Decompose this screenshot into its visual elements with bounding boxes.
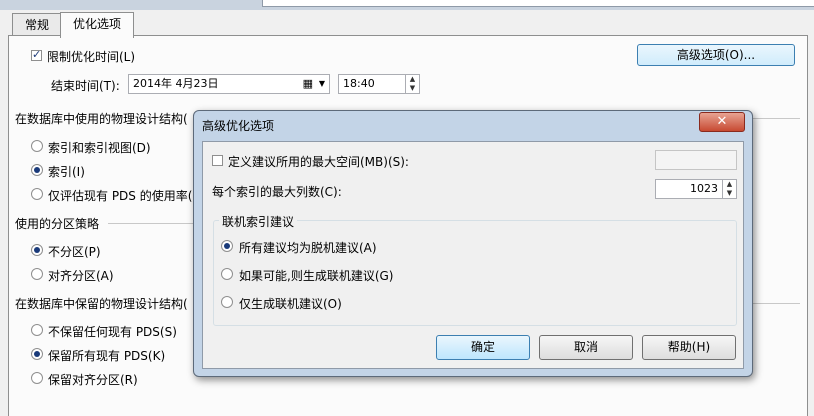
help-button[interactable]: 帮助(H)	[642, 335, 736, 360]
partition-section-label: 使用的分区策略	[15, 217, 100, 231]
spin-down-icon[interactable]: ▼	[406, 84, 419, 93]
radio-indexes-and-views[interactable]	[31, 140, 43, 152]
cancel-button[interactable]: 取消	[539, 335, 633, 360]
columns-spin[interactable]: ▲ ▼	[722, 180, 736, 198]
radio-aligned-partition-label: 对齐分区(A)	[48, 269, 114, 283]
end-date-value: 2014年 4月23日	[133, 77, 219, 90]
radio-online-only[interactable]	[221, 296, 233, 308]
end-time-value: 18:40	[343, 77, 375, 90]
end-time-stepper[interactable]: 18:40 ▲ ▼	[338, 74, 420, 94]
advanced-tuning-dialog: 高级优化选项 ✕ 定义建议所用的最大空间(MB)(S): 每个索引的最大列数(C…	[193, 110, 753, 377]
max-columns-stepper[interactable]: 1023 ▲ ▼	[655, 179, 737, 199]
limit-time-checkbox[interactable]	[31, 48, 42, 61]
section-divider	[752, 118, 800, 119]
radio-keep-none-label: 不保留任何现有 PDS(S)	[48, 325, 177, 339]
radio-indexes-label: 索引(I)	[48, 165, 85, 179]
radio-online-when-possible[interactable]	[221, 268, 233, 280]
max-columns-label: 每个索引的最大列数(C):	[212, 185, 342, 199]
radio-indexes-and-views-label: 索引和索引视图(D)	[48, 141, 151, 155]
close-button[interactable]: ✕	[699, 112, 745, 132]
dialog-body: 定义建议所用的最大空间(MB)(S): 每个索引的最大列数(C): 1023 ▲…	[202, 141, 744, 369]
limit-time-label: 限制优化时间(L)	[47, 50, 136, 64]
section-divider	[752, 303, 800, 304]
end-time-label: 结束时间(T):	[51, 79, 120, 93]
calendar-icon[interactable]: ▦	[303, 75, 313, 93]
radio-all-offline[interactable]	[221, 240, 233, 252]
radio-aligned-partition[interactable]	[31, 268, 43, 280]
radio-keep-aligned-label: 保留对齐分区(R)	[48, 373, 138, 387]
pds-section-label: 在数据库中使用的物理设计结构(	[15, 112, 188, 126]
ok-button[interactable]: 确定	[436, 335, 530, 360]
keep-section-label: 在数据库中保留的物理设计结构(	[15, 297, 188, 311]
spin-down-icon[interactable]: ▼	[723, 189, 736, 198]
tab-general[interactable]: 常规	[12, 13, 62, 36]
spin-up-icon[interactable]: ▲	[723, 180, 736, 189]
radio-no-partition-label: 不分区(P)	[48, 245, 101, 259]
radio-evaluate-existing-label: 仅评估现有 PDS 的使用率(	[48, 189, 193, 203]
section-divider	[108, 223, 194, 224]
radio-online-when-possible-label: 如果可能,则生成联机建议(G)	[239, 269, 394, 283]
close-icon: ✕	[716, 114, 728, 129]
chevron-down-icon[interactable]: ▼	[319, 75, 325, 93]
radio-no-partition[interactable]	[31, 244, 43, 256]
spin-up-icon[interactable]: ▲	[406, 75, 419, 84]
radio-keep-all-label: 保留所有现有 PDS(K)	[48, 349, 166, 363]
max-columns-value: 1023	[690, 182, 718, 195]
online-group-label: 联机索引建议	[219, 213, 298, 230]
max-space-input[interactable]	[655, 150, 737, 170]
radio-keep-all[interactable]	[31, 348, 43, 360]
radio-evaluate-existing[interactable]	[31, 188, 43, 200]
max-space-checkbox[interactable]	[212, 155, 223, 166]
time-spin[interactable]: ▲ ▼	[405, 75, 419, 93]
radio-online-only-label: 仅生成联机建议(O)	[239, 297, 342, 311]
advanced-options-button[interactable]: 高级选项(O)...	[637, 44, 795, 66]
top-panel-edge	[262, 0, 814, 7]
max-space-label: 定义建议所用的最大空间(MB)(S):	[228, 155, 409, 169]
end-date-picker[interactable]: 2014年 4月23日 ▦ ▼	[128, 74, 330, 94]
radio-keep-aligned[interactable]	[31, 372, 43, 384]
tab-tuning-options[interactable]: 优化选项	[60, 12, 134, 38]
radio-keep-none[interactable]	[31, 324, 43, 336]
radio-all-offline-label: 所有建议均为脱机建议(A)	[239, 241, 377, 255]
radio-indexes[interactable]	[31, 164, 43, 176]
dialog-title: 高级优化选项	[202, 119, 275, 133]
